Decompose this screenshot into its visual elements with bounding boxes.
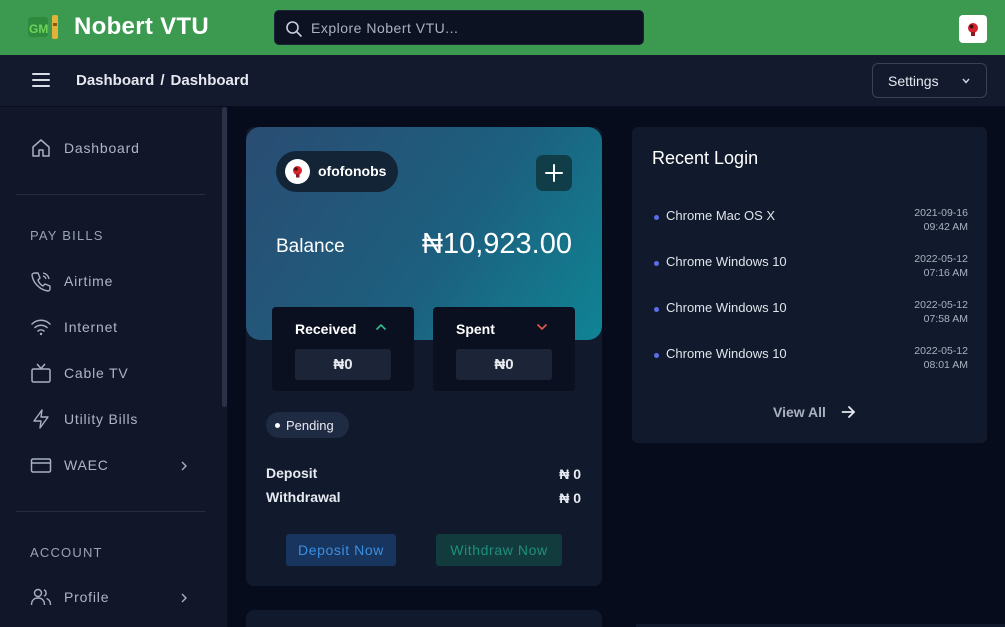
sidebar-item-label: Dashboard (64, 140, 140, 156)
login-device: Chrome Mac OS X (666, 208, 776, 223)
brand-name[interactable]: Nobert VTU (74, 13, 209, 41)
breadcrumb: Dashboard / Dashboard (76, 72, 249, 89)
search-icon (286, 21, 302, 37)
sidebar-item-label: Internet (64, 319, 118, 335)
sidebar-item-label: Cable TV (64, 365, 129, 381)
deposit-label: Deposit (266, 465, 318, 481)
sidebar-item-cable-tv[interactable]: Cable TV (30, 362, 200, 386)
login-date: 2022-05-12 (914, 299, 968, 311)
withdrawal-label: Withdrawal (266, 489, 341, 505)
withdraw-now-button[interactable]: Withdraw Now (436, 534, 562, 566)
login-time: 07:16 AM (923, 267, 968, 279)
bullet-dot (654, 353, 659, 358)
home-icon (32, 139, 50, 157)
breadcrumb-parent[interactable]: Dashboard (76, 72, 154, 89)
status-badge[interactable]: Pending (266, 412, 349, 438)
bullet-dot (654, 307, 659, 312)
sidebar-item-label: WAEC (64, 457, 109, 473)
add-funds-button[interactable] (536, 155, 572, 191)
view-all-label: View All (773, 404, 826, 420)
recent-login-card: Recent Login Chrome Mac OS X 2021-09-16 … (632, 127, 987, 443)
login-time: 09:42 AM (923, 221, 968, 233)
sidebar-divider (16, 511, 205, 512)
wifi-icon (31, 319, 51, 336)
received-value: ₦0 (295, 349, 391, 380)
login-date: 2021-09-16 (914, 207, 968, 219)
chevron-right-icon (181, 461, 187, 471)
search-input[interactable] (311, 11, 631, 44)
next-card (246, 610, 602, 627)
avatar (285, 159, 310, 184)
svg-text:GM: GM (29, 22, 48, 36)
status-badge-label: Pending (286, 418, 334, 433)
login-entry: Chrome Windows 10 2022-05-12 08:01 AM (652, 345, 968, 381)
login-time: 07:58 AM (923, 313, 968, 325)
balance-value: ₦10,923.00 (422, 228, 572, 260)
sidebar-item-internet[interactable]: Internet (30, 316, 200, 340)
sidebar-scrollbar[interactable] (222, 107, 227, 407)
spent-value: ₦0 (456, 349, 552, 380)
users-icon (30, 588, 52, 606)
phone-icon (31, 272, 51, 292)
bolt-icon (33, 409, 49, 429)
bullet-dot (654, 215, 659, 220)
login-time: 08:01 AM (923, 359, 968, 371)
sidebar-item-dashboard[interactable]: Dashboard (30, 137, 200, 161)
withdrawal-value: ₦ 0 (559, 490, 581, 506)
login-device: Chrome Windows 10 (666, 300, 787, 315)
sidebar-item-label: Profile (64, 589, 110, 605)
spent-card[interactable]: Spent ₦0 (433, 307, 575, 391)
user-pill[interactable]: ofofonobs (276, 151, 398, 192)
recent-login-title: Recent Login (652, 148, 759, 168)
login-device: Chrome Windows 10 (666, 254, 787, 269)
section-heading-account: ACCOUNT (30, 545, 103, 560)
sidebar-item-profile[interactable]: Profile (30, 586, 200, 610)
status-dot (275, 423, 280, 428)
settings-dropdown[interactable]: Settings (872, 63, 987, 98)
menu-toggle-icon[interactable] (32, 73, 50, 87)
login-entry: Chrome Windows 10 2022-05-12 07:16 AM (652, 253, 968, 289)
sub-header: Dashboard / Dashboard Settings (0, 55, 1005, 107)
view-all-link[interactable]: View All (773, 403, 863, 423)
avatar-icon (968, 23, 978, 36)
sidebar-divider (16, 194, 205, 195)
login-entry: Chrome Windows 10 2022-05-12 07:58 AM (652, 299, 968, 335)
login-device: Chrome Windows 10 (666, 346, 787, 361)
login-entry: Chrome Mac OS X 2021-09-16 09:42 AM (652, 207, 968, 243)
breadcrumb-current: Dashboard (170, 72, 249, 89)
top-bar: GM Nobert VTU (0, 0, 1005, 55)
chevron-down-icon (536, 323, 548, 331)
username: ofofonobs (318, 163, 387, 179)
received-card[interactable]: Received ₦0 (272, 307, 414, 391)
chevron-right-icon (181, 593, 187, 603)
arrow-right-icon (841, 406, 855, 418)
chevron-down-icon (962, 78, 970, 84)
bullet-dot (654, 261, 659, 266)
logo-icon[interactable]: GM (28, 14, 60, 40)
section-heading-pay-bills: PAY BILLS (30, 228, 104, 243)
balance-label: Balance (276, 236, 345, 257)
search-bar[interactable] (274, 10, 644, 45)
login-date: 2022-05-12 (914, 345, 968, 357)
deposit-now-button[interactable]: Deposit Now (286, 534, 396, 566)
avatar-icon (293, 166, 302, 178)
chevron-up-icon (375, 323, 387, 331)
sidebar-item-airtime[interactable]: Airtime (30, 270, 200, 294)
received-label: Received (295, 321, 357, 337)
sidebar: Dashboard PAY BILLS Airtime Internet Cab… (0, 107, 228, 627)
spent-label: Spent (456, 321, 495, 337)
settings-label: Settings (888, 73, 939, 89)
card-icon (30, 458, 52, 473)
login-date: 2022-05-12 (914, 253, 968, 265)
wallet-card: ofofonobs Balance ₦10,923.00 Received ₦0… (246, 127, 602, 586)
tv-icon (31, 363, 51, 383)
user-avatar[interactable] (959, 15, 987, 43)
breadcrumb-separator: / (160, 72, 165, 89)
plus-icon (545, 164, 563, 182)
deposit-value: ₦ 0 (559, 466, 581, 482)
sidebar-item-label: Utility Bills (64, 411, 139, 427)
sidebar-item-utility-bills[interactable]: Utility Bills (30, 408, 200, 432)
sidebar-item-label: Airtime (64, 273, 114, 289)
sidebar-item-waec[interactable]: WAEC (30, 454, 200, 478)
